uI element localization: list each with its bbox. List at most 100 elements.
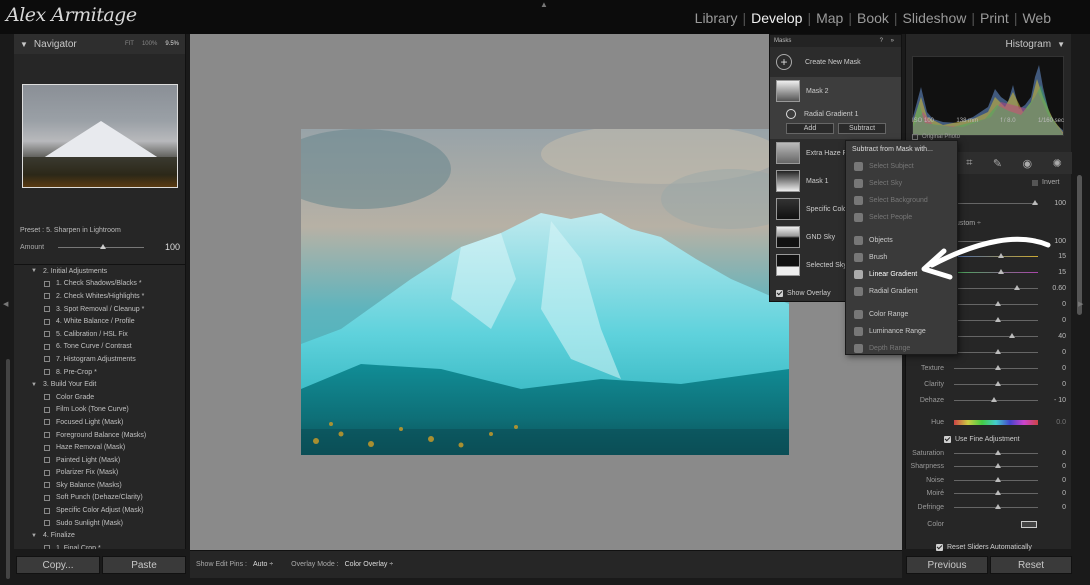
preset-item[interactable]: 6. Tone Curve / Contrast [14, 341, 186, 354]
masks-header[interactable]: Masks ? » [770, 35, 901, 47]
slider-track[interactable] [954, 503, 1038, 509]
previous-button[interactable]: Previous [906, 556, 988, 574]
hue-value[interactable]: 0.0 [1056, 419, 1066, 426]
preset-item[interactable]: Film Look (Tone Curve) [14, 404, 186, 417]
slider-track[interactable] [954, 332, 1038, 338]
histogram-header[interactable]: Histogram ▼ [906, 34, 1071, 54]
menu-item-select-people[interactable]: Select People [846, 209, 957, 226]
collapse-right-panel-icon[interactable]: ▶ [1078, 300, 1083, 308]
slider-row[interactable]: Clarity 0 [906, 378, 1072, 390]
crop-tool-icon[interactable]: ⌗ [966, 157, 972, 170]
slider-row[interactable]: Defringe 0 [906, 501, 1072, 513]
fine-adjustment-checkbox[interactable] [944, 436, 951, 443]
photo-preview[interactable] [301, 129, 789, 455]
preset-item[interactable]: Polarizer Fix (Mask) [14, 467, 186, 480]
slider-value[interactable]: 0 [1062, 463, 1066, 470]
module-web[interactable]: Web [1017, 10, 1056, 26]
create-new-mask-button[interactable]: + Create New Mask [770, 47, 901, 77]
zoom-fit[interactable]: FIT [125, 41, 134, 47]
slider-knob[interactable] [995, 463, 1001, 469]
preset-item[interactable]: 7. Histogram Adjustments [14, 353, 186, 366]
preset-group[interactable]: ▼ 3. Build Your Edit [14, 378, 186, 391]
slider-track[interactable] [954, 476, 1038, 482]
preset-item[interactable]: 4. White Balance / Profile [14, 315, 186, 328]
collapse-left-panel-icon[interactable]: ◀ [3, 300, 8, 308]
preset-item[interactable]: Sudo Sunlight (Mask) [14, 517, 186, 530]
fine-adjustment-toggle[interactable]: Use Fine Adjustment [944, 436, 1020, 443]
slider-knob[interactable] [995, 503, 1001, 509]
amount-slider-knob[interactable] [100, 243, 107, 249]
slider-value[interactable]: 0 [1062, 477, 1066, 484]
reset-sliders-checkbox[interactable] [936, 544, 943, 551]
slider-row[interactable]: Moiré 0 [906, 488, 1072, 500]
preset-item[interactable]: 1. Final Crop * [14, 542, 186, 549]
preset-item[interactable]: Painted Light (Mask) [14, 454, 186, 467]
slider-value[interactable]: 0 [1062, 450, 1066, 457]
slider-row[interactable]: Noise 0 [906, 474, 1072, 486]
slider-value[interactable]: 0 [1062, 490, 1066, 497]
slider-track[interactable] [954, 396, 1038, 402]
subtract-button[interactable]: Subtract [838, 123, 886, 134]
menu-item-select-sky[interactable]: Select Sky [846, 175, 957, 192]
reset-button[interactable]: Reset [990, 556, 1072, 574]
module-slideshow[interactable]: Slideshow [898, 10, 972, 26]
paste-button[interactable]: Paste [102, 556, 186, 574]
add-button[interactable]: Add [786, 123, 834, 134]
module-library[interactable]: Library [690, 10, 743, 26]
module-print[interactable]: Print [975, 10, 1014, 26]
slider-value[interactable]: - 10 [1054, 397, 1066, 404]
slider-track[interactable] [954, 301, 1038, 307]
slider-value[interactable]: 0 [1062, 504, 1066, 511]
slider-track[interactable] [954, 317, 1038, 322]
slider-track[interactable] [954, 348, 1038, 354]
slider-row[interactable]: Saturation 0 [906, 447, 1072, 459]
module-book[interactable]: Book [852, 10, 894, 26]
preset-item[interactable]: 5. Calibration / HSL Fix [14, 328, 186, 341]
zoom-custom[interactable]: 9.5% [165, 41, 179, 47]
slider-row[interactable]: Dehaze - 10 [906, 394, 1072, 406]
slider-row[interactable]: Sharpness 0 [906, 461, 1072, 473]
slider-track[interactable] [954, 463, 1038, 469]
slider-knob[interactable] [1009, 332, 1015, 338]
edit-pins-select[interactable]: Auto ÷ [253, 561, 273, 568]
navigator-header[interactable]: ▼ Navigator FIT 100% 9.5% [14, 34, 185, 54]
slider-value[interactable]: 0 [1062, 349, 1066, 356]
menu-item-luminance-range[interactable]: Luminance Range [846, 323, 957, 340]
slider-knob[interactable] [995, 380, 1001, 386]
radial-gradient-component[interactable]: Radial Gradient 1 [770, 105, 901, 123]
slider-value[interactable]: 0 [1062, 381, 1066, 388]
slider-value[interactable]: 0 [1062, 365, 1066, 372]
preset-item[interactable]: Focused Light (Mask) [14, 416, 186, 429]
slider-knob[interactable] [995, 364, 1001, 370]
redeye-tool-icon[interactable]: ◉ [1023, 157, 1033, 170]
preset-item[interactable]: 2. Check Whites/Highlights * [14, 290, 186, 303]
slider-knob[interactable] [995, 449, 1001, 455]
preset-item[interactable]: Haze Removal (Mask) [14, 441, 186, 454]
overlay-mode-select[interactable]: Color Overlay ÷ [345, 561, 394, 568]
invert-toggle[interactable]: Invert [1032, 179, 1060, 186]
amount-slider[interactable] [58, 243, 145, 249]
invert-checkbox[interactable] [1032, 179, 1038, 186]
masking-tool-icon[interactable]: ✺ [1053, 157, 1062, 170]
slider-value[interactable]: 0 [1062, 317, 1066, 324]
preset-item[interactable]: Sky Balance (Masks) [14, 479, 186, 492]
menu-item-select-subject[interactable]: Select Subject [846, 158, 957, 175]
show-overlay-checkbox[interactable] [776, 290, 783, 297]
menu-item-depth-range[interactable]: Depth Range [846, 340, 957, 357]
show-overlay-toggle[interactable]: Show Overlay [776, 290, 831, 297]
menu-item-select-background[interactable]: Select Background [846, 192, 957, 209]
preset-group[interactable]: ▼ 2. Initial Adjustments [14, 265, 186, 278]
mask-amount-knob[interactable] [1032, 199, 1038, 205]
slider-knob[interactable] [991, 396, 997, 402]
mask-amount-value[interactable]: 100 [1054, 200, 1066, 207]
navigator-preview[interactable] [21, 84, 178, 188]
slider-knob[interactable] [995, 301, 1001, 307]
slider-track[interactable] [954, 449, 1038, 455]
slider-value[interactable]: 0 [1062, 301, 1066, 308]
preset-item[interactable]: 3. Spot Removal / Cleanup * [14, 303, 186, 316]
slider-track[interactable] [954, 364, 1038, 370]
preset-item[interactable]: Soft Punch (Dehaze/Clarity) [14, 492, 186, 505]
copy-button[interactable]: Copy... [16, 556, 100, 574]
slider-track[interactable] [954, 380, 1038, 386]
mask-amount-track[interactable] [954, 199, 1038, 205]
